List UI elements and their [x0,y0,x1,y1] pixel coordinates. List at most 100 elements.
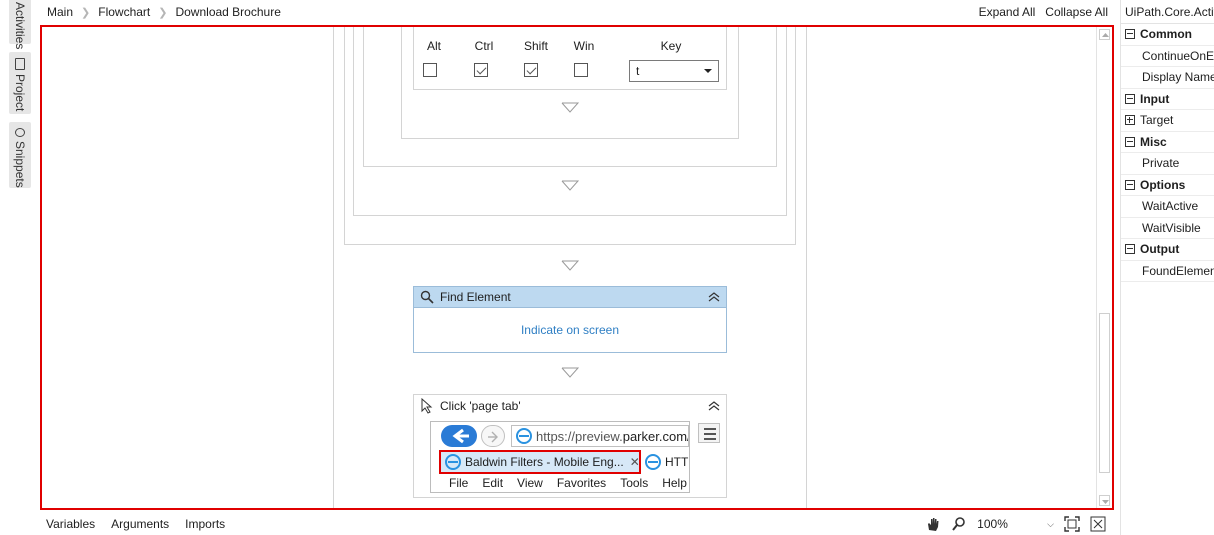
drop-arrow-icon [561,367,579,378]
menu-tools: Tools [620,476,649,490]
imports-tab[interactable]: Imports [185,517,225,531]
zoom-magnifier-icon[interactable] [951,516,967,532]
properties-title: UiPath.Core.Activities.FindElement [1121,0,1214,24]
find-element-activity[interactable]: Find Element Indicate on screen [413,286,727,353]
click-activity-title: Click 'page tab' [440,398,521,413]
property-label: WaitVisible [1142,220,1201,235]
collapse-box-icon[interactable] [1125,179,1135,190]
overview-map-icon[interactable] [1090,516,1106,532]
sequence-container: Alt Ctrl Shift Win Key t Find Element In… [333,27,807,508]
scroll-down-icon[interactable] [1099,495,1110,506]
find-element-title: Find Element [440,290,511,304]
menu-favorites: Favorites [556,476,607,490]
drop-arrow-icon [561,260,579,271]
property-category-options[interactable]: Options [1121,175,1214,196]
left-panel-strip: Activities Project Snippets [0,0,38,535]
target-screenshot: https://preview. parker.com/l Baldwin Fil… [430,421,690,493]
ie-icon [516,428,532,444]
key-dropdown[interactable]: t [629,60,719,82]
chevron-right-icon: ❯ [158,6,168,19]
zoom-tools: 100% ⌵ [925,516,1106,532]
project-tab-label: Project [13,74,27,112]
property-waitactive[interactable]: WaitActive [1121,196,1214,218]
ctrl-checkbox[interactable] [474,63,488,77]
drop-arrow-icon [561,180,579,191]
key-dropdown-value: t [636,64,640,78]
zoom-dropdown-chevron-icon[interactable]: ⌵ [1047,519,1054,530]
property-category-common[interactable]: Common [1121,24,1214,46]
property-category-input[interactable]: Input [1121,89,1214,110]
alt-checkbox[interactable] [423,63,437,77]
bottom-tabs: Variables Arguments Imports [46,517,225,531]
breadcrumb-main[interactable]: Main [47,5,73,19]
properties-grid: Common ContinueOnError Display Name Input Ta… [1121,24,1214,282]
win-checkbox[interactable] [574,63,588,77]
hamburger-menu-icon[interactable] [698,423,720,443]
breadcrumb-flowchart[interactable]: Flowchart [98,5,150,19]
expand-box-icon[interactable] [1125,115,1135,126]
collapse-box-icon[interactable] [1125,29,1135,40]
designer-canvas[interactable]: Alt Ctrl Shift Win Key t Find Element In… [40,25,1114,510]
active-tab-title: Baldwin Filters - Mobile Eng... [465,455,624,469]
zoom-level-value[interactable]: 100% [977,517,1037,531]
modifier-headers: Alt Ctrl Shift Win Key [414,39,724,59]
property-category-misc[interactable]: Misc [1121,132,1214,153]
snippets-icon [15,128,25,138]
fit-to-screen-icon[interactable] [1064,516,1080,532]
vertical-scrollbar[interactable] [1096,27,1112,508]
breadcrumb-download-brochure[interactable]: Download Brochure [175,5,280,19]
collapse-all-button[interactable]: Collapse All [1045,5,1108,19]
shift-header: Shift [523,39,548,53]
ie-icon [645,454,661,470]
property-waitvisible[interactable]: WaitVisible [1121,218,1214,239]
drop-arrow-icon [561,102,579,113]
property-label: Misc [1140,134,1167,149]
menu-edit: Edit [482,476,504,490]
hand-pan-icon[interactable] [925,516,941,532]
activities-tab[interactable]: Activities [9,0,31,49]
snippets-tab-label: Snippets [13,141,27,188]
scroll-up-icon[interactable] [1099,29,1110,40]
collapse-box-icon[interactable] [1125,136,1135,147]
properties-panel: UiPath.Core.Activities.FindElement Commo… [1120,0,1214,535]
arguments-tab[interactable]: Arguments [111,517,169,531]
close-icon: ✕ [629,455,640,469]
variables-tab[interactable]: Variables [46,517,95,531]
collapse-chevron-icon[interactable] [708,292,720,302]
property-category-output[interactable]: Output [1121,239,1214,261]
other-tab-title: HTT [665,455,689,469]
find-element-header: Find Element [414,287,726,308]
project-tab[interactable]: Project [9,52,31,114]
property-foundelement[interactable]: FoundElement [1121,261,1214,282]
url-prefix: https://preview. [536,428,623,444]
highlighted-page-tab: Baldwin Filters - Mobile Eng... ✕ [439,450,641,474]
scroll-thumb[interactable] [1099,313,1110,473]
other-browser-tab: HTT [645,452,688,472]
property-continueonerror[interactable]: ContinueOnError [1121,46,1214,67]
property-label: FoundElement [1142,263,1214,278]
collapse-chevron-icon[interactable] [708,400,720,411]
click-activity[interactable]: Click 'page tab' https://preview. parker.… [413,394,727,498]
property-target[interactable]: Target [1121,110,1214,132]
forward-arrow-icon [481,425,505,447]
property-display-name[interactable]: Display Name [1121,67,1214,89]
property-label: Private [1142,156,1180,171]
browser-menu-bar: File Edit View Favorites Tools Help [449,476,687,490]
win-header: Win [573,39,595,53]
key-header: Key [660,39,682,53]
url-host: parker.com/l [622,428,689,444]
chevron-right-icon: ❯ [81,6,91,19]
property-private[interactable]: Private [1121,153,1214,175]
collapse-box-icon[interactable] [1125,93,1135,104]
dropdown-caret-icon [704,69,712,73]
expand-all-button[interactable]: Expand All [979,5,1036,19]
property-label: Display Name [1142,70,1214,85]
property-label: Common [1140,27,1192,42]
activities-tab-label: Activities [13,2,27,50]
snippets-tab[interactable]: Snippets [9,122,31,188]
indicate-on-screen-link[interactable]: Indicate on screen [414,323,726,337]
property-label: ContinueOnError [1142,48,1214,63]
collapse-box-icon[interactable] [1125,244,1135,255]
shift-checkbox[interactable] [524,63,538,77]
breadcrumb: Main ❯ Flowchart ❯ Download Brochure [47,5,281,19]
